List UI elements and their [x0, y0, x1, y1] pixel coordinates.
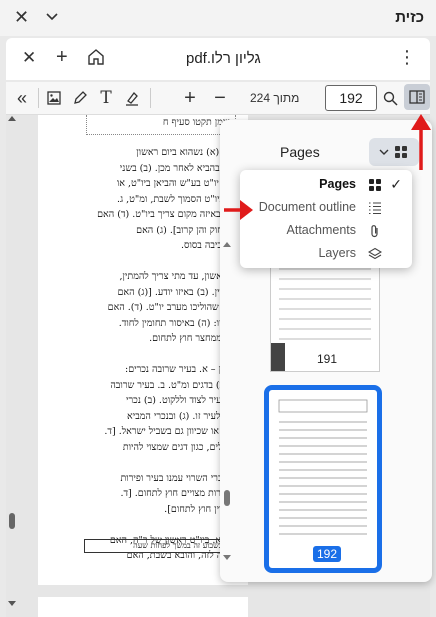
page-count-label: מתוך 224: [250, 91, 300, 105]
menu-item-label: Layers: [318, 246, 356, 260]
page-text-line: [72, 455, 242, 471]
page-number-label: 192: [313, 546, 342, 562]
page-text-line: כלן רחוק והן קרוב]. (ג) האם: [136, 224, 242, 236]
page-text-line: שהיה יו"ט בע"ש והביאן ביו"ט, או: [116, 178, 242, 189]
page-body-text: ימים: (א) נשהוא ביום ראשון לילה ובהביא לא…: [72, 145, 242, 564]
page-text-line: לילה ובהביא לאחר מכן. (ב) בשני: [119, 162, 242, 174]
page-thumbnail-selected[interactable]: 192: [264, 385, 382, 573]
page-text-line: [72, 254, 242, 270]
pencil-icon: [74, 91, 87, 104]
menu-item-pages[interactable]: Pages ✓: [240, 174, 412, 196]
window-close-button[interactable]: ✕: [14, 7, 29, 28]
menu-item-attachments[interactable]: Attachments: [240, 220, 412, 242]
window-title: כזית: [395, 9, 424, 26]
new-tab-button[interactable]: +: [56, 46, 68, 69]
sidebar-icon: [409, 90, 425, 104]
page-text-line: ע"י רכיבה בסוס.: [181, 240, 242, 251]
page-text-line: לאחריו: (ה) באיסור תחומין לחוד.: [118, 317, 242, 329]
page-text-line: [72, 517, 242, 533]
page-text-line: ליהן ביו"ט הסמוך לשבת, ומ"ט, ג.: [116, 193, 242, 205]
image-tool-button[interactable]: [44, 87, 64, 109]
menu-item-label: Pages: [319, 177, 356, 191]
page-text-line: ה הדין – א. בעיר שרובה נכרים:: [125, 364, 242, 375]
menu-item-label: Document outline: [258, 200, 356, 214]
page-text-line: ימים: (א) נשהוא ביום ראשון: [136, 147, 242, 158]
page-text-line: ה (ו) באיזה מקום צריך ביו"ט. (ד) האם: [97, 209, 242, 220]
page-text-line: משערין. (ב) באיזו יודע. [(ג) האם: [117, 286, 242, 298]
menu-item-document-outline[interactable]: Document outline: [240, 197, 412, 219]
grid-icon: [369, 179, 381, 191]
page-text-line: מחוברין חוץ לתחום].: [164, 503, 242, 515]
layers-icon: [368, 247, 382, 260]
annotation-arrow-left: [224, 200, 253, 220]
toolbar-divider: [38, 88, 39, 108]
scroll-up-icon[interactable]: [222, 240, 232, 250]
page-text-line: תמיד לעיר זו. (ג) ובנכרי המביא: [127, 410, 242, 422]
page-text-line: עליהו שהוליכו מערב יו"ט. (ד). האם: [107, 302, 242, 313]
text-tool-button[interactable]: T: [96, 87, 116, 109]
page-header-box: מימן תקטו סעיף ח: [86, 115, 236, 135]
zoom-out-button[interactable]: −: [210, 87, 230, 109]
checkmark-icon: ✓: [390, 176, 402, 192]
tab-title[interactable]: גליון רלו.pdf: [186, 50, 261, 67]
outline-list-icon: [369, 202, 381, 215]
highlighter-icon: [126, 92, 138, 106]
draw-tool-button[interactable]: [70, 87, 90, 109]
tab-bar: ✕ + גליון רלו.pdf ⋮: [6, 38, 430, 80]
page-number-input[interactable]: 192: [325, 85, 377, 111]
image-icon: [47, 91, 61, 105]
collapse-toolbar-button[interactable]: «: [12, 87, 32, 109]
sidebar-title: Pages: [280, 144, 320, 160]
toolbar-divider: [150, 88, 151, 108]
page-text-line: שבת ממחצר חוץ לתחום.: [149, 333, 242, 344]
page-number-label: 191: [317, 352, 338, 366]
pdf-page: מימן תקטו סעיף ח ימים: (א) נשהוא ביום רא…: [38, 115, 248, 585]
more-menu-button[interactable]: ⋮: [398, 47, 416, 68]
page-text-line: לעיר. או שכיוון גם בשביל ישראל. [ד.: [104, 426, 242, 437]
menu-item-layers[interactable]: Layers: [240, 243, 412, 265]
search-button[interactable]: [380, 87, 400, 109]
window-title-bar: ✕ כזית: [0, 0, 436, 36]
thumbnail-text-lines: [278, 399, 368, 535]
search-icon: [383, 91, 398, 106]
sidebar-view-menu: Pages ✓ Document outline Attachments Lay…: [240, 170, 412, 268]
page-text-line: אין פירות מצויים חוץ לתחום. [ד.: [120, 488, 242, 499]
page-text-line: א. בנכרי השרוי עמנו בעיר ופירות: [120, 472, 243, 484]
page-text-line: ו"ט ראשון, עד מתי צריך להמתין,: [119, 271, 242, 282]
sidebar-toggle-button[interactable]: [404, 84, 430, 110]
highlight-tool-button[interactable]: [122, 87, 142, 109]
paperclip-icon: [371, 225, 378, 238]
annotation-arrow-up: [411, 114, 431, 170]
page-text-line: חוץ לעיר לצוד וללקוט. (ב) נכרי: [126, 395, 242, 406]
sidebar-scrollbar-thumb[interactable]: [224, 490, 230, 506]
zoom-in-button[interactable]: +: [180, 87, 200, 109]
home-icon[interactable]: [86, 47, 106, 67]
scroll-down-icon[interactable]: [222, 552, 232, 562]
page-text-line: ישראלים, כגון דגים שמצוי להיות: [122, 441, 242, 453]
next-pdf-page: [38, 597, 248, 617]
pdf-toolbar: « T + − מתוך 224 192: [6, 82, 430, 115]
vertical-scrollbar[interactable]: [6, 115, 18, 617]
page-text-line: [72, 347, 242, 363]
close-tab-button[interactable]: ✕: [22, 48, 36, 68]
page-text-line: גוי. (ב) בדגים ומ"ט. ב. בעיר שרובה: [110, 379, 242, 391]
chevron-down-icon[interactable]: [44, 8, 60, 24]
menu-item-label: Attachments: [286, 223, 356, 237]
